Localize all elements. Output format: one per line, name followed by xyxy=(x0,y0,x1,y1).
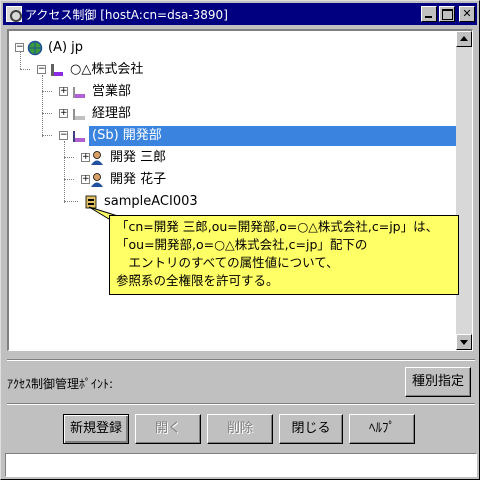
new-register-button[interactable]: 新規登録 xyxy=(63,414,129,444)
expand-toggle[interactable]: + xyxy=(59,87,68,96)
org-unit-icon xyxy=(71,84,87,100)
delete-button[interactable]: 削除 xyxy=(207,414,273,444)
window-title: アクセス制御 [hostA:cn=dsa-3890] xyxy=(25,7,228,22)
tree-connector xyxy=(64,141,65,203)
tree-connector xyxy=(42,75,43,137)
org-unit-icon xyxy=(71,128,87,144)
tree-connector xyxy=(64,179,74,180)
tree-node-person-saburo[interactable]: 開発 三郎 xyxy=(89,148,169,168)
close-window-button[interactable]: ✕ xyxy=(459,6,475,22)
title-bar-buttons: ✕ xyxy=(421,6,475,22)
directory-tree[interactable]: − − + + − + + (A) jp ○△株式会社 営業部 経理部 (Sb)… xyxy=(7,29,473,351)
person-icon xyxy=(89,150,105,166)
tree-connector xyxy=(42,113,52,114)
open-button[interactable]: 開く xyxy=(135,414,201,444)
minimize-button[interactable] xyxy=(421,6,437,22)
tree-connector xyxy=(42,91,52,92)
organization-icon xyxy=(49,62,65,78)
expand-toggle[interactable]: + xyxy=(59,109,68,118)
tooltip-line: 「ou=開発部,o=○△株式会社,c=jp」配下の xyxy=(116,237,368,252)
tooltip-line: エントリのすべての属性値について、 xyxy=(116,255,339,270)
org-unit-icon xyxy=(71,106,87,122)
tree-connector xyxy=(42,135,52,136)
tree-connector xyxy=(20,69,30,70)
tree-connector xyxy=(64,201,78,202)
tree-node-company[interactable]: ○△株式会社 xyxy=(49,60,146,80)
aci-description-tooltip: 「cn=開発 三郎,ou=開発部,o=○△株式会社,c=jp」は、 「ou=開発… xyxy=(109,215,459,295)
access-control-window: アクセス制御 [hostA:cn=dsa-3890] ✕ − − + + − +… xyxy=(0,0,480,480)
tree-vertical-scrollbar[interactable] xyxy=(456,31,472,350)
collapse-toggle[interactable]: − xyxy=(37,65,46,74)
person-icon xyxy=(89,172,105,188)
title-bar[interactable]: アクセス制御 [hostA:cn=dsa-3890] ✕ xyxy=(3,3,477,25)
divider xyxy=(7,359,475,361)
tooltip-line: 「cn=開発 三郎,ou=開発部,o=○△株式会社,c=jp」は、 xyxy=(116,219,439,234)
maximize-button[interactable] xyxy=(439,6,455,22)
help-button[interactable]: ﾍﾙﾌﾟ xyxy=(349,414,415,444)
collapse-toggle[interactable]: − xyxy=(15,43,24,52)
tree-node-jp[interactable]: (A) jp xyxy=(27,38,86,58)
tree-node-development[interactable]: (Sb) 開発部 xyxy=(71,126,463,146)
app-icon xyxy=(6,6,22,22)
tree-node-sales[interactable]: 営業部 xyxy=(71,82,134,102)
status-bar xyxy=(5,453,477,477)
tooltip-line: 参照系の全権限を許可する。 xyxy=(116,273,279,288)
tree-node-accounting[interactable]: 経理部 xyxy=(71,104,134,124)
divider xyxy=(7,403,475,405)
management-point-label: ｱｸｾｽ制御管理ﾎﾟｲﾝﾄ: xyxy=(7,377,114,391)
scroll-down-button[interactable] xyxy=(456,334,472,350)
close-button[interactable]: 閉じる xyxy=(279,414,343,444)
tree-connector xyxy=(20,49,21,69)
collapse-toggle[interactable]: − xyxy=(59,131,68,140)
type-spec-button[interactable]: 種別指定 xyxy=(405,367,471,397)
tree-connector xyxy=(64,157,74,158)
tree-node-person-hanako[interactable]: 開発 花子 xyxy=(89,170,169,190)
globe-icon xyxy=(27,40,43,56)
scroll-up-button[interactable] xyxy=(456,31,472,47)
